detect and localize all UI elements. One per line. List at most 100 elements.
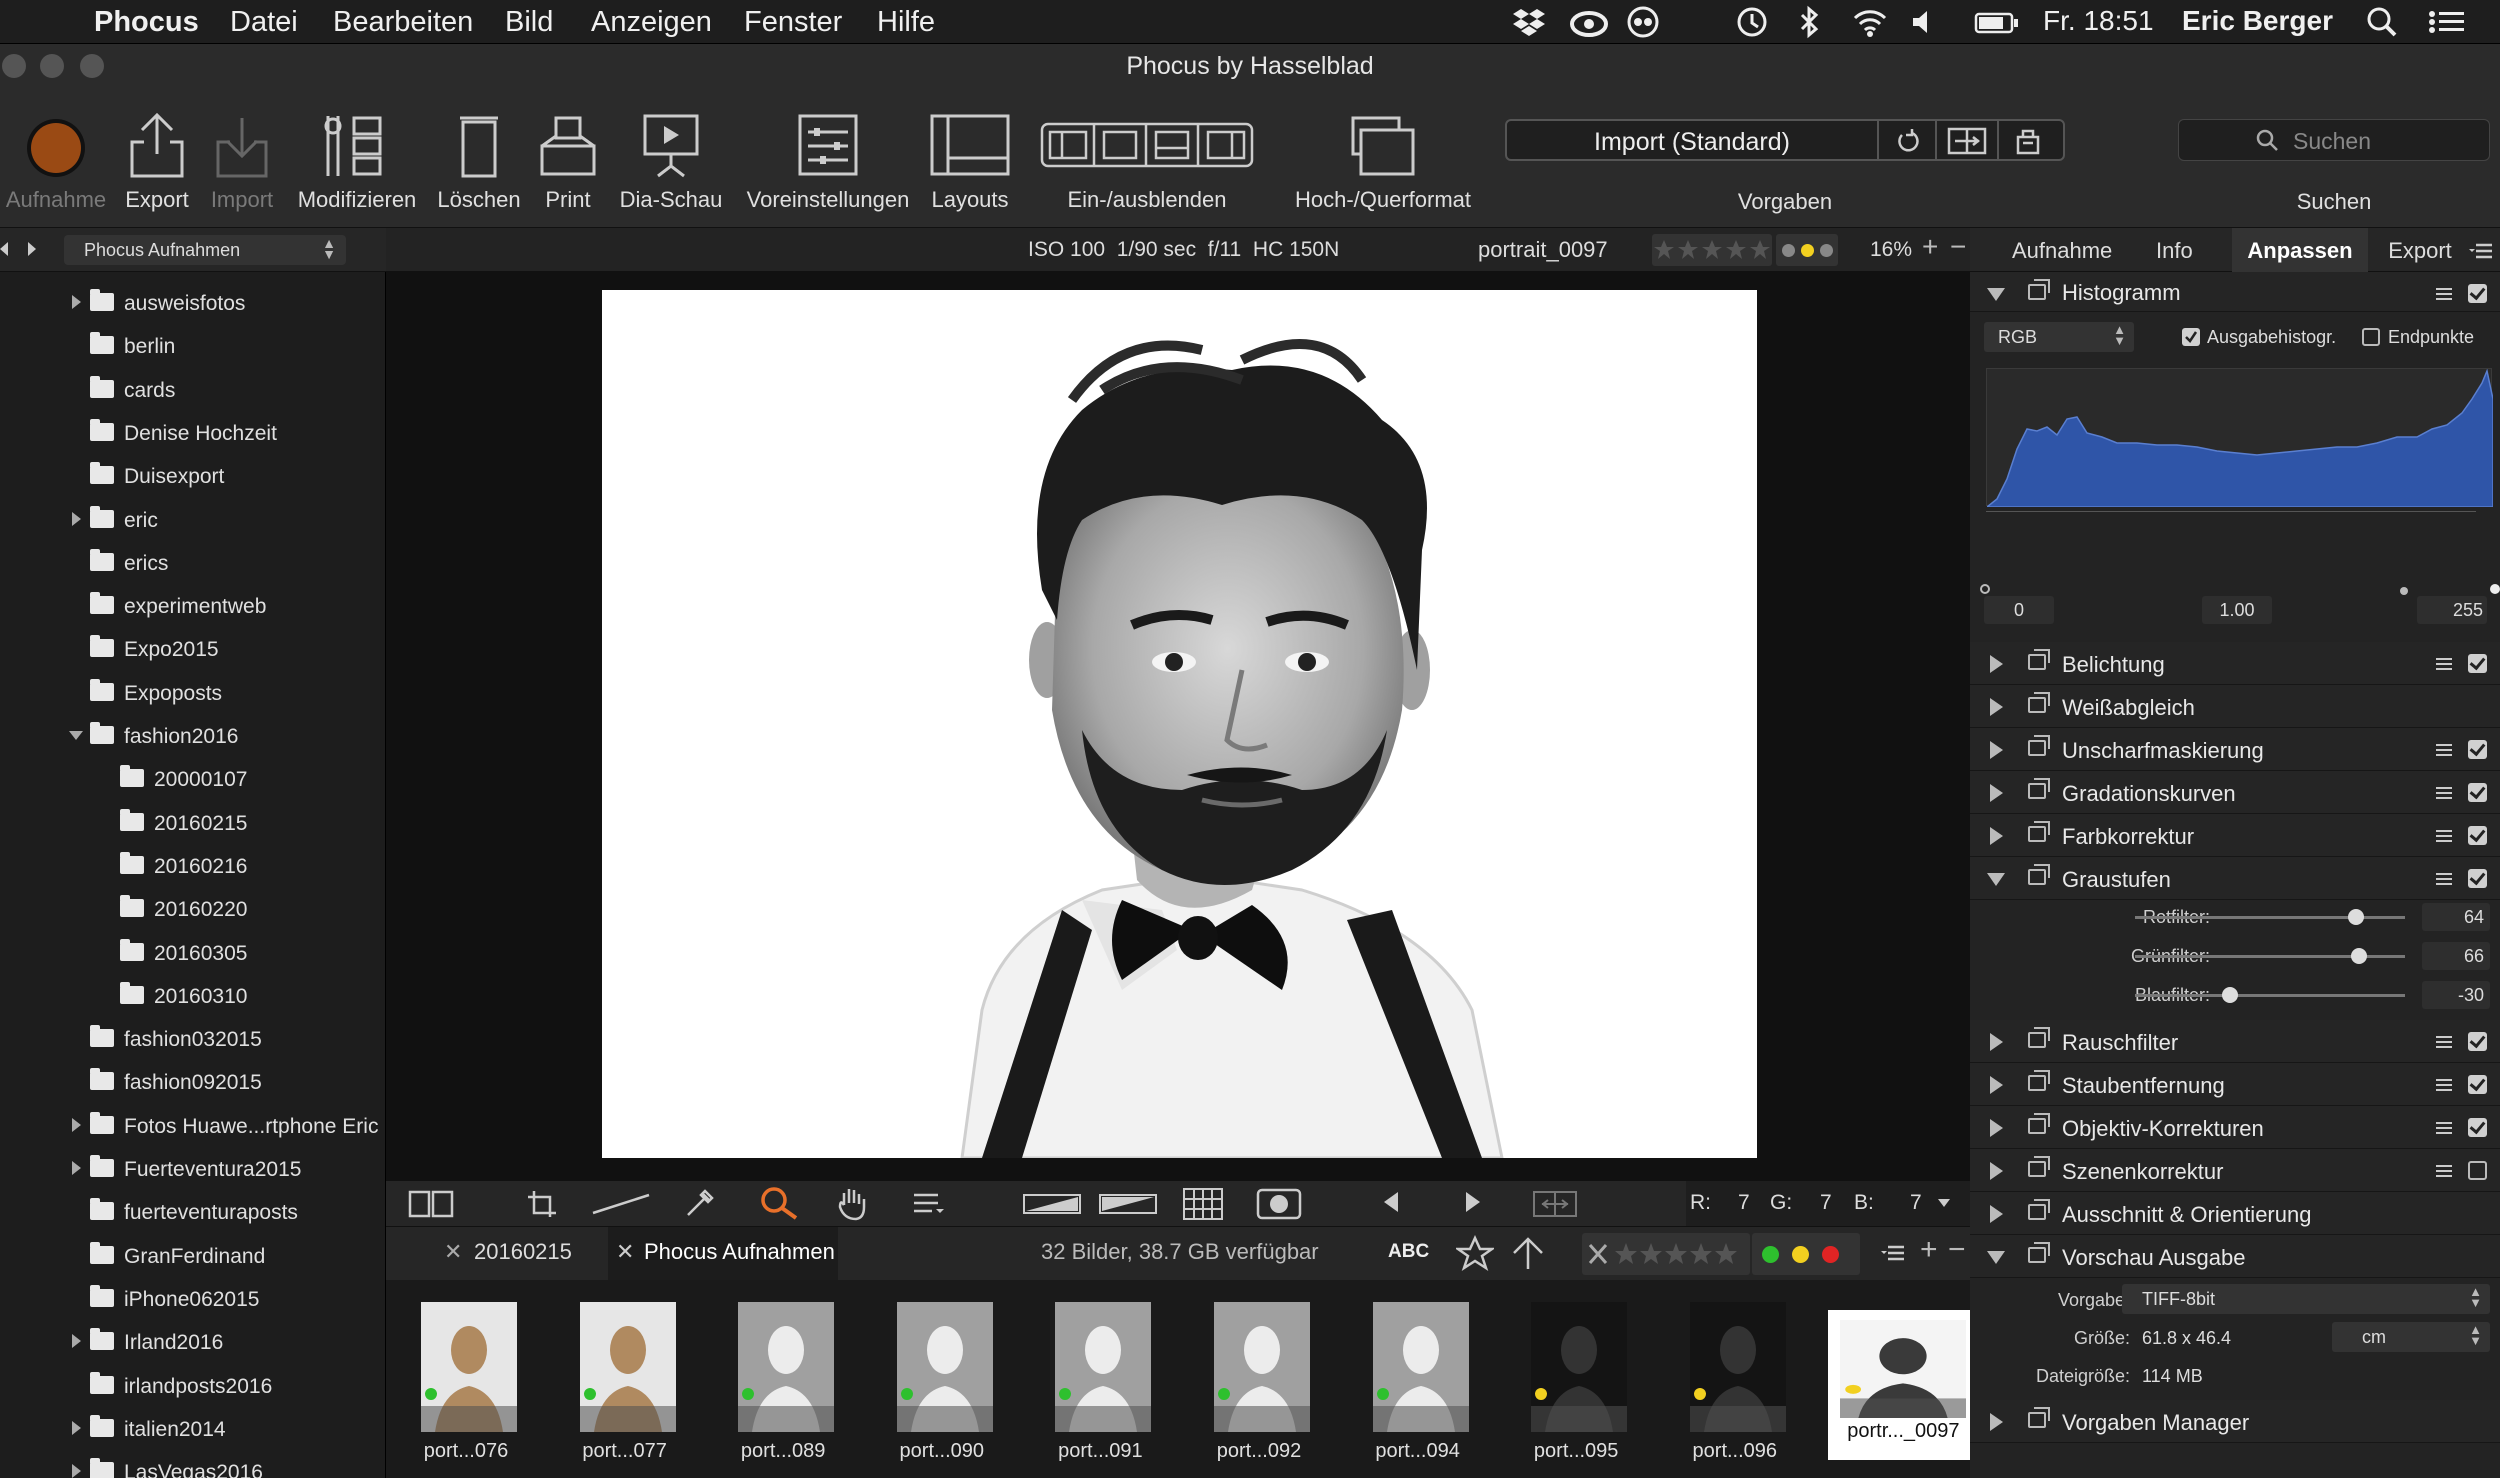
split-view-icon[interactable] [408, 1189, 454, 1219]
section-menu-icon[interactable] [2430, 828, 2452, 844]
section-staubentfernung[interactable]: Staubentfernung [1970, 1063, 2500, 1106]
disclosure-closed-icon[interactable] [72, 1464, 81, 1478]
folder-item[interactable]: fashion092015 [0, 1061, 385, 1104]
thumbnail[interactable]: port...091 [1045, 1302, 1155, 1478]
section-enable-checkbox[interactable] [2468, 1032, 2487, 1051]
section-enable-checkbox[interactable] [2468, 1161, 2487, 1180]
section-histogramm[interactable]: Histogramm [1970, 272, 2500, 312]
bluetooth-icon[interactable] [1798, 5, 1822, 39]
menu-app[interactable]: Phocus [94, 6, 199, 39]
menu-fenster[interactable]: Fenster [744, 6, 842, 39]
rgb-dropdown-icon[interactable] [1938, 1199, 1950, 1207]
notification-center-icon[interactable] [2428, 5, 2466, 39]
modifizieren-button[interactable]: Modifizieren [284, 92, 430, 228]
abc-sort-button[interactable]: ABC [1388, 1241, 1429, 1263]
clock[interactable]: Fr. 18:51 [2043, 5, 2154, 37]
section-vorschau-ausgabe[interactable]: Vorschau Ausgabe [1970, 1235, 2500, 1278]
section-belichtung[interactable]: Belichtung [1970, 642, 2500, 685]
import-button[interactable]: Import [202, 92, 282, 228]
folder-item[interactable]: experimentweb [0, 585, 385, 628]
menu-anzeigen[interactable]: Anzeigen [591, 6, 712, 39]
disclosure-closed-icon[interactable] [72, 1161, 81, 1175]
menu-datei[interactable]: Datei [230, 6, 298, 39]
folder-item[interactable]: fashion032015 [0, 1018, 385, 1061]
folder-subitem[interactable]: 20160305 [0, 932, 385, 975]
folder-item[interactable]: Fotos Huawe...rtphone Eric [0, 1105, 385, 1148]
tab-info[interactable]: Info [2156, 238, 2193, 264]
color-filter[interactable] [1752, 1233, 1860, 1275]
folder-item[interactable]: italien2014 [0, 1408, 385, 1451]
folder-item[interactable]: iPhone062015 [0, 1278, 385, 1321]
user-name[interactable]: Eric Berger [2182, 5, 2333, 37]
section-szenenkorrektur[interactable]: Szenenkorrektur [1970, 1149, 2500, 1192]
rating-stars[interactable] [1652, 234, 1772, 266]
time-machine-icon[interactable] [1733, 5, 1769, 39]
spotlight-icon[interactable] [2366, 5, 2398, 39]
rotfilter-slider[interactable] [2135, 909, 2405, 925]
section-graustufen[interactable]: Graustufen [1970, 857, 2500, 900]
diaschau-button[interactable]: Dia-Schau [608, 92, 734, 228]
menu-bearbeiten[interactable]: Bearbeiten [333, 6, 473, 39]
folder-item[interactable]: Expoposts [0, 672, 385, 715]
compare-icon[interactable] [1947, 126, 1987, 156]
section-gradationskurven[interactable]: Gradationskurven [1970, 771, 2500, 814]
folder-item[interactable]: Denise Hochzeit [0, 412, 385, 455]
section-menu-icon[interactable] [2430, 871, 2452, 887]
blaufilter-slider[interactable] [2135, 987, 2405, 1003]
section-rauschfilter[interactable]: Rauschfilter [1970, 1020, 2500, 1063]
section-enable-checkbox[interactable] [2468, 740, 2487, 759]
back-arrow-icon[interactable] [0, 242, 8, 256]
eyedropper-icon[interactable] [682, 1187, 716, 1221]
thumbnail[interactable]: port...089 [728, 1302, 838, 1478]
sort-up-icon[interactable] [1510, 1235, 1546, 1271]
wifi-icon[interactable] [1852, 5, 1888, 39]
mask-icon[interactable] [1256, 1188, 1302, 1220]
section-unscharfmaskierung[interactable]: Unscharfmaskierung [1970, 728, 2500, 771]
folder-item[interactable]: fuerteventuraposts [0, 1191, 385, 1234]
save-preset-icon[interactable] [2013, 126, 2043, 156]
exposure-warning-2-icon[interactable] [1098, 1191, 1158, 1217]
compare-view-icon[interactable] [1532, 1189, 1578, 1219]
thumbnail[interactable]: port...095 [1521, 1302, 1631, 1478]
ausgabe-checkbox[interactable] [2182, 328, 2200, 346]
gruenfilter-slider[interactable] [2135, 948, 2405, 964]
white-point-handle[interactable] [2490, 584, 2500, 594]
thumbnail[interactable]: port...094 [1363, 1302, 1473, 1478]
disclosure-closed-icon[interactable] [72, 1420, 81, 1435]
black-point-value[interactable]: 0 [1984, 596, 2054, 624]
print-button[interactable]: Print [528, 92, 608, 228]
close-tab-icon[interactable]: ✕ [444, 1239, 462, 1265]
section-menu-icon[interactable] [2430, 1077, 2452, 1093]
slider-knob[interactable] [2348, 909, 2365, 925]
section-vorgaben-manager[interactable]: Vorgaben Manager [1970, 1400, 2500, 1443]
disclosure-closed-icon[interactable] [72, 1117, 81, 1132]
color-labels[interactable] [1776, 234, 1838, 266]
section-enable-checkbox[interactable] [2468, 826, 2487, 845]
loeschen-button[interactable]: Löschen [430, 92, 528, 228]
search-input[interactable]: Suchen [2178, 119, 2490, 161]
reset-icon[interactable] [1893, 126, 1923, 156]
menu-hilfe[interactable]: Hilfe [877, 6, 935, 39]
gamma-value[interactable]: 1.00 [2202, 596, 2272, 624]
volume-icon[interactable] [1910, 5, 1936, 39]
tab-aufnahme[interactable]: Aufnahme [2012, 238, 2112, 264]
folder-subitem[interactable]: 20000107 [0, 758, 385, 801]
unit-select[interactable]: cm ▲ ▼ [2332, 1322, 2490, 1352]
section-menu-icon[interactable] [2430, 785, 2452, 801]
gamma-handle[interactable] [2400, 587, 2408, 595]
thumbnail[interactable]: port...077 [570, 1302, 680, 1478]
folder-subitem[interactable]: 20160220 [0, 888, 385, 931]
rating-filter[interactable] [1582, 1233, 1750, 1275]
straighten-icon[interactable] [591, 1189, 651, 1219]
eye-icon[interactable] [1626, 5, 1660, 39]
close-tab-2-icon[interactable]: ✕ [616, 1239, 634, 1265]
section-menu-icon[interactable] [2430, 1163, 2452, 1179]
rotfilter-value[interactable]: 64 [2422, 903, 2490, 931]
folder-item[interactable]: berlin [0, 325, 385, 368]
hochquer-button[interactable]: Hoch-/Querformat [1270, 92, 1496, 228]
gruenfilter-value[interactable]: 66 [2422, 942, 2490, 970]
thumb-zoom-in-button[interactable]: + [1920, 1233, 1938, 1267]
slider-knob[interactable] [2221, 987, 2238, 1003]
main-photo[interactable] [602, 290, 1757, 1158]
folder-item[interactable]: fashion2016 [0, 715, 385, 758]
